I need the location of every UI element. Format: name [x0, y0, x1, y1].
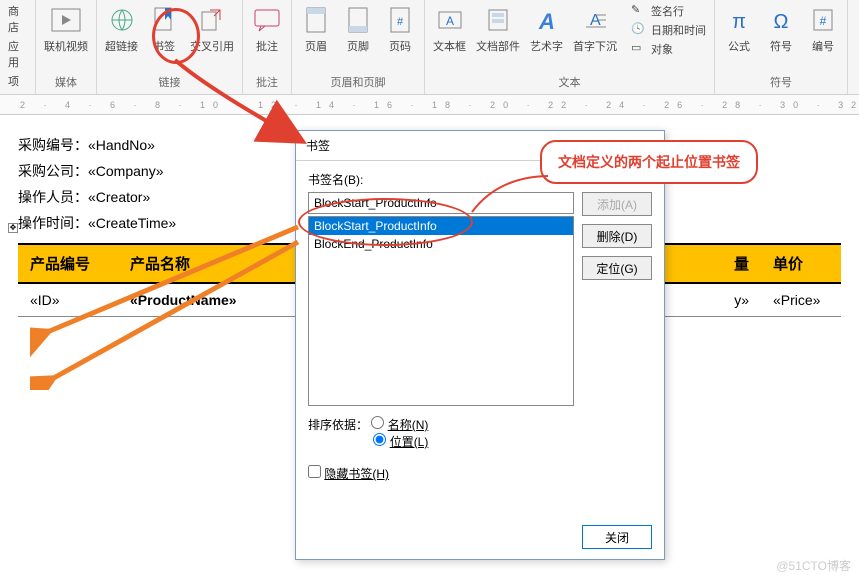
- group-label-media: 媒体: [40, 72, 92, 94]
- col-qty: 量: [722, 253, 761, 274]
- footer-button[interactable]: 页脚: [338, 2, 378, 56]
- ruler: 2 · 4 · 6 · 8 · 10 · 12 · 14 · 16 · 18 ·…: [0, 95, 859, 115]
- dropcap-icon: A: [579, 4, 611, 36]
- symbol-button[interactable]: Ω符号: [761, 2, 801, 56]
- bookmark-button[interactable]: 书签: [144, 2, 184, 56]
- equation-button[interactable]: π公式: [719, 2, 759, 56]
- goto-button[interactable]: 定位(G): [582, 256, 652, 280]
- sort-name-radio[interactable]: 名称(N): [371, 418, 428, 432]
- col-id: 产品编号: [18, 253, 118, 274]
- svg-text:#: #: [820, 14, 827, 28]
- hash-icon: #: [807, 4, 839, 36]
- textbox-icon: A: [434, 4, 466, 36]
- dropcap-button[interactable]: A首字下沉: [569, 2, 621, 56]
- wordart-icon: A: [531, 4, 563, 36]
- cell-price: «Price»: [761, 292, 841, 308]
- table-move-handle[interactable]: ✥: [8, 223, 18, 233]
- bookmark-item-0[interactable]: BlockStart_ProductInfo: [309, 217, 573, 235]
- pagenum-button[interactable]: #页码: [380, 2, 420, 56]
- delete-button[interactable]: 删除(D): [582, 224, 652, 248]
- group-label-headerfooter: 页眉和页脚: [296, 72, 420, 94]
- textbox-button[interactable]: A文本框: [429, 2, 470, 56]
- svg-text:#: #: [397, 16, 404, 28]
- quickparts-button[interactable]: 文档部件: [472, 2, 524, 56]
- datetime-button[interactable]: 🕓日期和时间: [627, 21, 710, 39]
- cell-name: «ProductName»: [118, 292, 318, 308]
- clock-icon: 🕓: [631, 22, 647, 38]
- svg-text:A: A: [445, 14, 453, 28]
- sigline-button[interactable]: ✎签名行: [627, 2, 710, 20]
- object-button[interactable]: ▭对象: [627, 40, 710, 58]
- bookmark-name-input[interactable]: [308, 192, 574, 214]
- wordart-button[interactable]: A艺术字: [526, 2, 567, 56]
- sort-label: 排序依据：: [308, 418, 368, 432]
- crossref-icon: [196, 4, 228, 36]
- sort-group: 排序依据： 名称(N) 位置(L): [308, 416, 652, 450]
- pagenum-icon: #: [384, 4, 416, 36]
- ribbon-leftedge: 商店 应用 项: [4, 2, 31, 90]
- bookmark-list[interactable]: BlockStart_ProductInfo BlockEnd_ProductI…: [308, 216, 574, 406]
- item-button[interactable]: 项: [4, 72, 31, 90]
- online-video-button[interactable]: 联机视频: [40, 2, 92, 56]
- apps-button[interactable]: 应用: [4, 37, 31, 71]
- object-icon: ▭: [631, 41, 647, 57]
- anno-callout: 文档定义的两个起止位置书签: [540, 140, 758, 184]
- group-label-symbols: 符号: [719, 72, 843, 94]
- parts-icon: [482, 4, 514, 36]
- number-button[interactable]: #编号: [803, 2, 843, 56]
- header-button[interactable]: 页眉: [296, 2, 336, 56]
- group-label-links: 链接: [101, 72, 238, 94]
- bookmark-icon: [148, 4, 180, 36]
- cell-qty: y»: [722, 292, 761, 308]
- col-name: 产品名称: [118, 253, 318, 274]
- sort-loc-radio[interactable]: 位置(L): [373, 435, 428, 449]
- omega-icon: Ω: [765, 4, 797, 36]
- sig-icon: ✎: [631, 3, 647, 19]
- svg-text:π: π: [732, 11, 746, 33]
- comment-icon: [251, 4, 283, 36]
- video-icon: [50, 4, 82, 36]
- col-price: 单价: [761, 253, 841, 274]
- hidden-check[interactable]: 隐藏书签(H): [308, 465, 652, 482]
- close-button[interactable]: 关闭: [582, 525, 652, 549]
- group-label-comments: 批注: [247, 72, 287, 94]
- bookmark-item-1[interactable]: BlockEnd_ProductInfo: [309, 235, 573, 253]
- globe-icon: [106, 4, 138, 36]
- header-icon: [300, 4, 332, 36]
- ribbon: 商店 应用 项 联机视频 媒体 超链接 书签 交叉引用 链接 批注 批注 页眉 …: [0, 0, 859, 95]
- bookmark-dialog: 书签 书签名(B): BlockStart_ProductInfo BlockE…: [295, 130, 665, 560]
- crossref-button[interactable]: 交叉引用: [186, 2, 238, 56]
- svg-text:A: A: [538, 9, 555, 33]
- pi-icon: π: [723, 4, 755, 36]
- comment-button[interactable]: 批注: [247, 2, 287, 56]
- footer-icon: [342, 4, 374, 36]
- add-button[interactable]: 添加(A): [582, 192, 652, 216]
- svg-text:Ω: Ω: [774, 11, 789, 33]
- watermark: @51CTO博客: [776, 557, 851, 574]
- cell-id: «ID»: [18, 292, 118, 308]
- store-button[interactable]: 商店: [4, 2, 31, 36]
- group-label-text: 文本: [429, 72, 710, 94]
- hyperlink-button[interactable]: 超链接: [101, 2, 142, 56]
